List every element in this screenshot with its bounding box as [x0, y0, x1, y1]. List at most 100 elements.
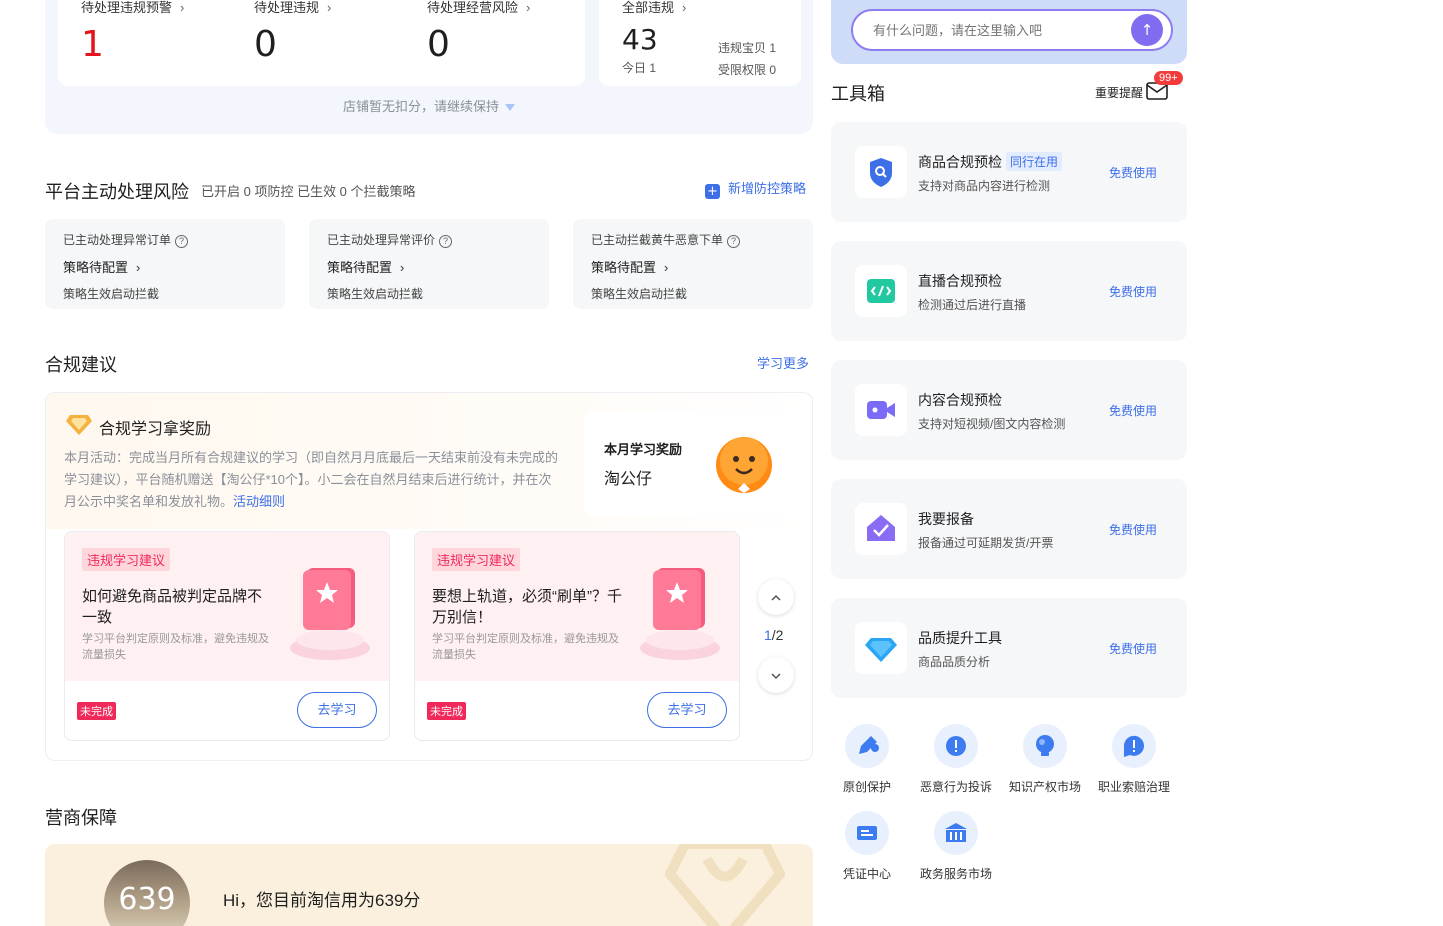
risk-card-abnormal-reviews[interactable]: 已主动处理异常评价? 策略待配置 › 策略生效启动拦截	[309, 219, 549, 309]
learning-tag: 违规学习建议	[432, 548, 521, 571]
credit-score-value: 639	[118, 882, 176, 917]
caret-down-icon	[505, 104, 515, 112]
platform-risk-summary: 已开启 0 项防控 已生效 0 个拦截策略	[201, 184, 416, 199]
tool-icon-box	[855, 622, 907, 674]
credit-score-panel: 639 Hi，您目前淘信用为639分	[45, 844, 813, 926]
tool-desc: 支持对商品内容进行检测	[918, 179, 1051, 193]
risk-card-abnormal-orders[interactable]: 已主动处理异常订单? 策略待配置 › 策略生效启动拦截	[45, 219, 285, 309]
pending-business-risk-label: 待处理经营风险	[427, 0, 519, 15]
free-use-button[interactable]: 免费使用	[1109, 402, 1157, 419]
page-up-button[interactable]	[758, 579, 794, 615]
all-violations-count: 43	[622, 23, 658, 56]
all-violations-link[interactable]: 全部违规 ›	[622, 0, 686, 16]
risk-card-note: 策略生效启动拦截	[591, 287, 688, 301]
diamond-icon	[865, 638, 897, 662]
activity-rules-link[interactable]: 活动细则	[233, 494, 285, 509]
risk-card-note: 策略生效启动拦截	[63, 287, 160, 301]
tool-content-precheck[interactable]: 内容合规预检 支持对短视频/图文内容检测 免费使用	[831, 360, 1187, 460]
tool-name: 商品合规预检 同行在用	[918, 152, 1063, 172]
chevron-right-icon: ›	[400, 260, 405, 275]
page-down-button[interactable]	[758, 657, 794, 693]
tool-icon-box	[855, 265, 907, 317]
tool-quality-improve[interactable]: 品质提升工具 商品品质分析 免费使用	[831, 598, 1187, 698]
chevron-up-icon	[771, 594, 781, 601]
go-learn-button[interactable]: 去学习	[647, 692, 727, 728]
mini-tool-gov-service[interactable]: 政务服务市场	[911, 811, 1001, 882]
guarantee-title: 营商保障	[45, 808, 117, 828]
tool-product-precheck[interactable]: 商品合规预检 同行在用 支持对商品内容进行检测 免费使用	[831, 122, 1187, 222]
monthly-reward-box: 本月学习奖励 淘公仔	[584, 411, 796, 515]
free-use-button[interactable]: 免费使用	[1109, 164, 1157, 181]
help-icon[interactable]: ?	[439, 235, 453, 248]
tool-desc: 支持对短视频/图文内容检测	[918, 417, 1066, 431]
tool-report[interactable]: 我要报备 报备通过可延期发货/开票 免费使用	[831, 479, 1187, 579]
tool-desc: 检测通过后进行直播	[918, 298, 1027, 312]
compliance-banner: 合规学习拿奖励 本月活动：完成当月所有合规建议的学习（即自然月月底最后一天结束前…	[46, 393, 812, 529]
learn-more-link[interactable]: 学习更多	[757, 353, 809, 372]
assistant-input[interactable]	[851, 9, 1173, 51]
compliance-banner-desc-text: 本月活动：完成当月所有合规建议的学习（即自然月月底最后一天结束前没有未完成的学习…	[64, 450, 559, 509]
important-reminder-link[interactable]: 重要提醒	[1095, 84, 1143, 101]
mini-tool-label: 职业索赔治理	[1097, 780, 1170, 794]
platform-risk-title: 平台主动处理风险	[45, 182, 189, 202]
chevron-down-icon	[771, 673, 781, 679]
compliance-banner-title: 合规学习拿奖励	[99, 421, 212, 438]
learning-card[interactable]: 违规学习建议 如何避免商品被判定品牌不一致 学习平台判定原则及标准，避免违规及流…	[64, 531, 390, 741]
mini-tool-label: 原创保护	[842, 780, 891, 794]
mini-tool-voucher[interactable]: 凭证中心	[822, 811, 912, 882]
free-use-button[interactable]: 免费使用	[1109, 283, 1157, 300]
pending-violation-link[interactable]: 待处理违规 ›	[254, 0, 331, 16]
tool-name: 品质提升工具	[918, 630, 1002, 646]
tool-desc: 商品品质分析	[918, 655, 991, 669]
mini-tool-label: 恶意行为投诉	[919, 780, 992, 794]
pager-current: 1	[764, 627, 772, 643]
restricted-permissions[interactable]: 受限权限 0	[718, 61, 776, 78]
shield-search-icon	[870, 158, 892, 187]
risk-card-scalper-orders[interactable]: 已主动拦截黄牛恶意下单? 策略待配置 › 策略生效启动拦截	[573, 219, 813, 309]
pending-warning-link[interactable]: 待处理违规预警 ›	[81, 0, 184, 16]
risk-card-title-text: 已主动处理异常订单	[63, 233, 172, 247]
deduction-notice-text: 店铺暂无扣分，请继续保持	[342, 99, 499, 114]
risk-card-note: 策略生效启动拦截	[327, 287, 424, 301]
free-use-button[interactable]: 免费使用	[1109, 640, 1157, 657]
go-learn-button[interactable]: 去学习	[297, 692, 377, 728]
risk-card-status[interactable]: 策略待配置 ›	[63, 257, 140, 276]
tool-live-precheck[interactable]: 直播合规预检 检测通过后进行直播 免费使用	[831, 241, 1187, 341]
pending-warning-count: 1	[81, 24, 104, 65]
code-icon	[867, 279, 895, 303]
help-icon[interactable]: ?	[727, 235, 741, 248]
chevron-right-icon: ›	[664, 260, 669, 275]
toolbox-title: 工具箱	[831, 84, 885, 104]
important-reminder-label: 重要提醒	[1095, 86, 1144, 100]
learning-desc: 学习平台判定原则及标准，避免违规及流量损失	[432, 633, 619, 661]
pending-business-risk-count: 0	[427, 24, 450, 65]
compliance-panel: 合规学习拿奖励 本月活动：完成当月所有合规建议的学习（即自然月月底最后一天结束前…	[45, 392, 813, 761]
mini-tool-complaint[interactable]: 恶意行为投诉	[911, 724, 1001, 795]
mini-tool-claim[interactable]: 职业索赔治理	[1089, 724, 1179, 795]
risk-card-title-text: 已主动处理异常评价	[327, 233, 436, 247]
risk-card-status[interactable]: 策略待配置 ›	[327, 257, 404, 276]
item-violations[interactable]: 违规宝贝 1	[718, 39, 776, 56]
ip-market-icon	[1023, 724, 1067, 768]
mini-tool-ip-market[interactable]: 知识产权市场	[1000, 724, 1090, 795]
risk-card-title-text: 已主动拦截黄牛恶意下单	[591, 233, 724, 247]
learning-card[interactable]: 违规学习建议 要想上轨道，必须“刷单”？千万别信！ 学习平台判定原则及标准，避免…	[414, 531, 740, 741]
mini-tool-original-protect[interactable]: 原创保护	[822, 724, 912, 795]
original-protect-icon	[845, 724, 889, 768]
add-strategy-button[interactable]: + 新增防控策略	[705, 178, 806, 199]
popular-badge: 同行在用	[1006, 152, 1063, 171]
free-use-button[interactable]: 免费使用	[1109, 521, 1157, 538]
deduction-notice[interactable]: 店铺暂无扣分，请继续保持	[45, 96, 813, 115]
notification-badge: 99+	[1154, 71, 1183, 85]
compliance-title: 合规建议	[45, 355, 117, 375]
pending-business-risk-link[interactable]: 待处理经营风险 ›	[427, 0, 530, 16]
compliance-banner-desc: 本月活动：完成当月所有合规建议的学习（即自然月月底最后一天结束前没有未完成的学习…	[64, 447, 564, 513]
help-icon[interactable]: ?	[175, 235, 189, 248]
send-button[interactable]: ↑	[1131, 14, 1163, 46]
learning-desc: 学习平台判定原则及标准，避免违规及流量损失	[82, 633, 269, 661]
voucher-icon	[845, 811, 889, 855]
reward-name: 淘公仔	[604, 471, 653, 488]
mini-tool-label: 知识产权市场	[1008, 780, 1081, 794]
add-strategy-label: 新增防控策略	[728, 181, 807, 196]
risk-card-status[interactable]: 策略待配置 ›	[591, 257, 668, 276]
